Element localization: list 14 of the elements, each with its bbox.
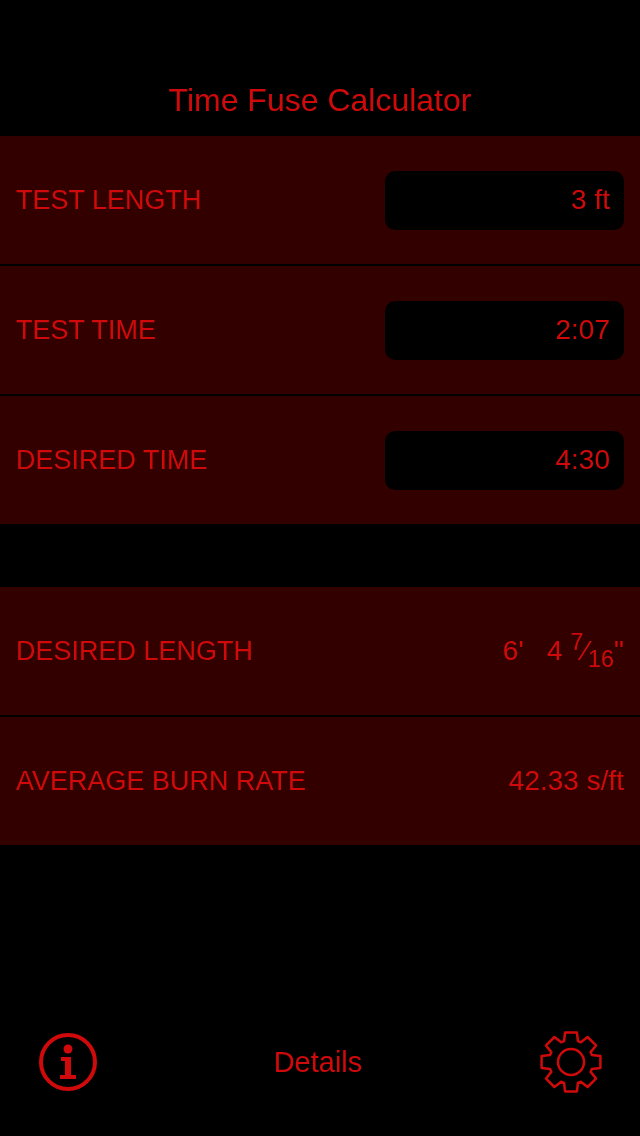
input-field[interactable]: 3 ft [385, 170, 624, 230]
result-label: DESIRED LENGTH [16, 635, 254, 667]
input-field[interactable]: 4:30 [385, 430, 624, 490]
settings-icon[interactable] [538, 1029, 604, 1095]
info-icon[interactable] [38, 1032, 98, 1092]
result-value: 6' 4 $^{7}$⁄$_{16}$" [502, 629, 624, 673]
field-label: TEST TIME [16, 314, 157, 346]
result-label: AVERAGE BURN RATE [16, 765, 307, 797]
app-title: Time Fuse Calculator [168, 82, 472, 119]
input-field[interactable]: 2:07 [385, 300, 624, 360]
field-label: TEST LENGTH [16, 184, 202, 216]
details-button[interactable]: Details [269, 1041, 367, 1083]
result-value: 42.33 s/ft [508, 765, 624, 797]
field-label: DESIRED TIME [16, 444, 208, 476]
